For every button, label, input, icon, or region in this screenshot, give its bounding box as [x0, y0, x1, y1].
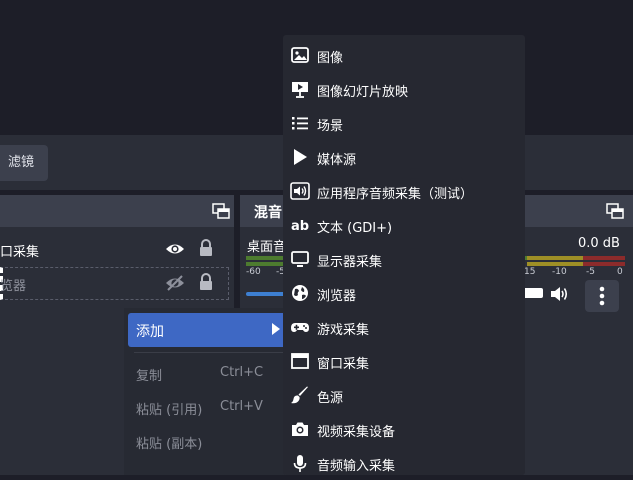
submenu-item-label: 窗口采集 — [317, 357, 370, 372]
context-menu-paste-reference[interactable]: 粘贴 (引用) — [136, 399, 202, 418]
submenu-arrow-icon — [272, 323, 280, 335]
submenu-item-label: 媒体源 — [317, 153, 357, 168]
meter-tick: -10 — [552, 267, 567, 277]
level-meter — [246, 256, 286, 260]
slideshow-icon — [290, 79, 310, 99]
copy-shortcut: Ctrl+C — [220, 365, 264, 380]
submenu-item-label: 游戏采集 — [317, 323, 370, 338]
window-icon — [290, 351, 310, 371]
mixer-level-readout: 0.0 dB — [578, 236, 620, 251]
submenu-item-label: 图像幻灯片放映 — [317, 85, 409, 100]
level-meter — [246, 262, 286, 266]
meter-tick: 15 — [524, 267, 536, 277]
brush-icon — [290, 385, 310, 405]
submenu-item-label: 浏览器 — [317, 289, 357, 304]
paste-shortcut: Ctrl+V — [220, 399, 263, 414]
speaker-icon — [290, 181, 310, 201]
lock-icon[interactable] — [198, 273, 214, 291]
context-menu-copy[interactable]: 复制 — [136, 365, 162, 384]
sources-panel-header — [0, 195, 234, 227]
image-icon — [290, 45, 310, 65]
visibility-eye-icon[interactable] — [165, 241, 185, 257]
globe-icon — [290, 283, 310, 303]
submenu-item-label: 场景 — [317, 119, 344, 134]
monitor-icon — [290, 249, 310, 269]
kebab-icon — [599, 286, 605, 306]
undock-icon[interactable] — [212, 203, 230, 219]
meter-tick: -60 — [246, 267, 261, 277]
submenu-item-label: 应用程序音频采集（测试） — [317, 187, 474, 202]
play-icon — [290, 147, 310, 167]
lock-icon[interactable] — [198, 239, 214, 257]
level-meter — [527, 256, 583, 260]
context-menu-paste-duplicate[interactable]: 粘贴 (副本) — [136, 433, 202, 452]
context-menu-add-label: 添加 — [136, 324, 164, 340]
meter-tick: 0 — [617, 267, 623, 277]
gamepad-icon — [290, 317, 310, 337]
submenu-item-label: 色源 — [317, 391, 344, 406]
source-name: 口采集 — [0, 245, 40, 260]
submenu-item-label: 音频输入采集 — [317, 459, 396, 474]
submenu-item-label: 显示器采集 — [317, 255, 383, 270]
text-ab-icon: ab — [290, 215, 310, 235]
submenu-item-label: 文本 (GDI+) — [317, 221, 393, 236]
volume-slider[interactable] — [246, 292, 286, 296]
svg-text:ab: ab — [291, 219, 309, 234]
audio-mixer-title: 混音 — [254, 205, 282, 221]
undock-icon[interactable] — [606, 203, 624, 219]
filter-button[interactable]: 滤镜 — [0, 145, 48, 181]
submenu-item-label: 视频采集设备 — [317, 425, 396, 440]
meter-tick: -5 — [586, 267, 595, 277]
list-icon — [290, 113, 310, 133]
camera-icon — [290, 419, 310, 439]
source-name: 览器 — [0, 279, 27, 294]
menu-separator — [134, 352, 284, 353]
speaker-icon[interactable] — [549, 285, 569, 303]
visibility-hidden-icon[interactable] — [165, 275, 185, 291]
volume-slider-handle[interactable] — [523, 288, 543, 298]
level-meter — [583, 256, 625, 260]
level-meter — [527, 262, 583, 266]
mixer-menu-button[interactable] — [585, 280, 619, 312]
level-meter — [583, 262, 625, 266]
microphone-icon — [290, 453, 310, 473]
mixer-channel-label: 桌面音 — [247, 240, 287, 255]
submenu-item-label: 图像 — [317, 51, 344, 66]
source-row-selected[interactable] — [0, 267, 229, 300]
